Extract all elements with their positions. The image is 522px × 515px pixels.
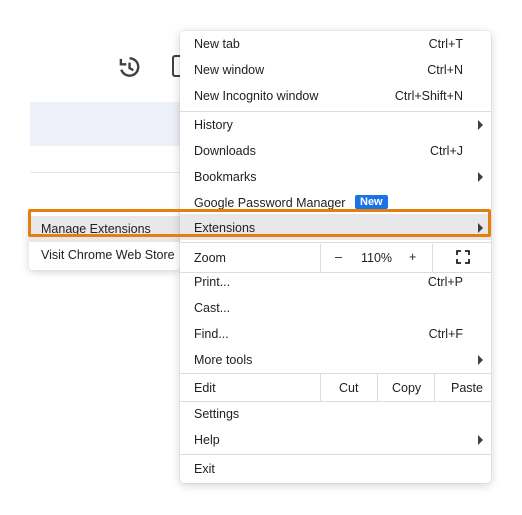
menu-item-print[interactable]: Print... Ctrl+P: [180, 269, 491, 295]
zoom-row: Zoom – 110% +: [180, 244, 491, 272]
submenu-arrow-icon: [478, 120, 483, 130]
menu-item-bookmarks[interactable]: Bookmarks: [180, 164, 491, 190]
menu-separator: [180, 454, 491, 455]
new-badge: New: [355, 195, 388, 209]
menu-item-more-tools[interactable]: More tools: [180, 347, 491, 373]
menu-item-label: History: [194, 118, 233, 132]
menu-item-label: Exit: [194, 462, 215, 476]
shortcut-text: Ctrl+J: [430, 144, 463, 158]
menu-item-new-tab[interactable]: New tab Ctrl+T: [180, 31, 491, 57]
menu-item-help[interactable]: Help: [180, 427, 491, 453]
extensions-highlight-outline: [28, 209, 491, 237]
zoom-label: Zoom: [194, 251, 226, 265]
fullscreen-icon: [456, 250, 470, 264]
history-icon[interactable]: [116, 54, 142, 80]
menu-item-label: Google Password Manager: [194, 196, 346, 210]
copy-button[interactable]: Copy: [377, 374, 434, 402]
backdrop-divider: [30, 172, 180, 173]
menu-item-settings[interactable]: Settings: [180, 401, 491, 427]
menu-item-label: Cast...: [194, 301, 231, 315]
zoom-controls: – 110% +: [320, 244, 432, 272]
menu-item-label: Settings: [194, 407, 240, 421]
paste-label: Paste: [451, 381, 483, 395]
fullscreen-button[interactable]: [432, 244, 491, 272]
visit-web-store-item[interactable]: Visit Chrome Web Store: [41, 248, 175, 262]
menu-item-cast[interactable]: Cast...: [180, 295, 491, 321]
menu-item-label: Find...: [194, 327, 229, 341]
shortcut-text: Ctrl+N: [427, 63, 463, 77]
edit-row: Edit Cut Copy Paste: [180, 374, 491, 402]
backdrop-band: [30, 102, 180, 146]
menu-item-label: Print...: [194, 275, 231, 289]
shortcut-text: Ctrl+F: [428, 327, 463, 341]
menu-item-label: New tab: [194, 37, 240, 51]
menu-item-downloads[interactable]: Downloads Ctrl+J: [180, 138, 491, 164]
submenu-arrow-icon: [478, 355, 483, 365]
cut-label: Cut: [339, 381, 359, 395]
menu-item-new-window[interactable]: New window Ctrl+N: [180, 57, 491, 83]
shortcut-text: Ctrl+P: [427, 275, 463, 289]
menu-item-exit[interactable]: Exit: [180, 456, 491, 482]
menu-item-find[interactable]: Find... Ctrl+F: [180, 321, 491, 347]
menu-item-label: More tools: [194, 353, 253, 367]
zoom-in-button[interactable]: +: [409, 250, 416, 264]
zoom-out-button[interactable]: –: [335, 250, 342, 264]
shortcut-text: Ctrl+T: [428, 37, 463, 51]
edit-label: Edit: [194, 381, 216, 395]
menu-item-label: New window: [194, 63, 265, 77]
menu-item-new-incognito[interactable]: New Incognito window Ctrl+Shift+N: [180, 83, 491, 109]
menu-item-label: Help: [194, 433, 220, 447]
menu-item-label: Bookmarks: [194, 170, 257, 184]
menu-item-label: New Incognito window: [194, 89, 319, 103]
chrome-menu: New tab Ctrl+T New window Ctrl+N New Inc…: [28, 31, 491, 483]
menu-separator: [180, 242, 491, 243]
cut-button[interactable]: Cut: [320, 374, 377, 402]
submenu-arrow-icon: [478, 172, 483, 182]
zoom-level: 110%: [361, 251, 393, 265]
submenu-arrow-icon: [478, 435, 483, 445]
paste-button[interactable]: Paste: [434, 374, 491, 402]
menu-item-history[interactable]: History: [180, 112, 491, 138]
shortcut-text: Ctrl+Shift+N: [394, 89, 463, 103]
menu-item-label: Downloads: [194, 144, 256, 158]
copy-label: Copy: [392, 381, 422, 395]
